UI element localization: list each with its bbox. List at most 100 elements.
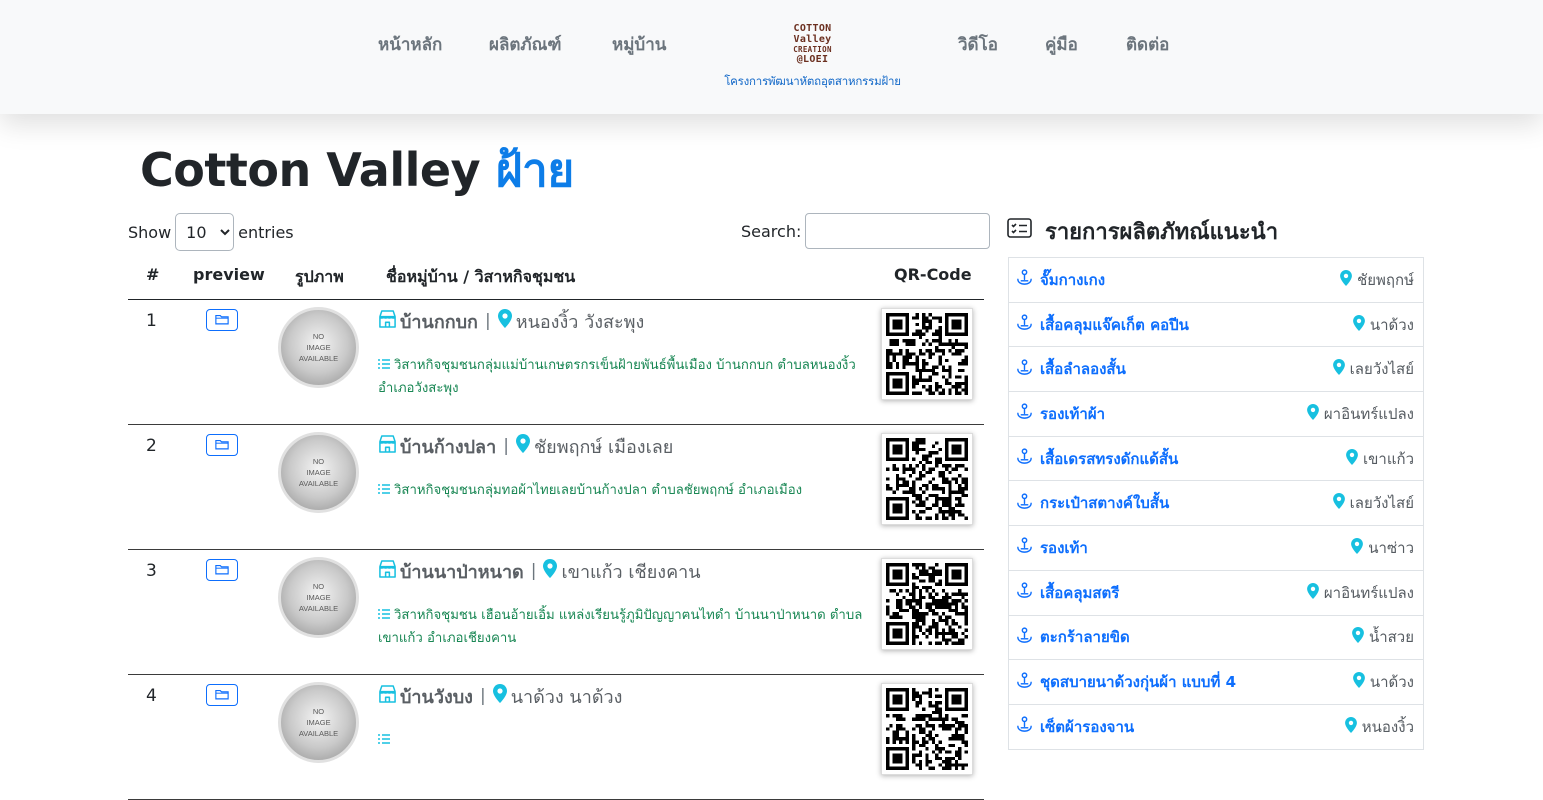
col-header-village[interactable]: ชื่อหมู่บ้าน / วิสาหกิจชุมชน	[386, 265, 575, 290]
map-pin-icon	[492, 684, 507, 708]
nav-home-link[interactable]: หน้าหลัก	[378, 31, 442, 58]
product-location: เขาแก้ว	[1363, 449, 1414, 468]
no-image-text: AVAILABLE	[298, 604, 339, 613]
separator: |	[530, 561, 537, 581]
no-image-text: NO	[312, 332, 325, 341]
village-heading: บ้านกกบก | หนองงิ้ว วังสะพุง	[378, 309, 644, 333]
qr-code-image	[886, 563, 968, 645]
folder-icon	[215, 563, 229, 578]
product-name[interactable]: จั๊มกางเกง	[1040, 268, 1105, 292]
no-image-placeholder: NO IMAGE AVAILABLE	[278, 557, 359, 638]
nav-manual-link[interactable]: คู่มือ	[1045, 31, 1078, 58]
qr-code-image	[886, 438, 968, 520]
village-name[interactable]: บ้านก้างปลา	[400, 432, 496, 461]
entries-length-select[interactable]: 102550100	[175, 213, 235, 251]
map-pin-icon	[1352, 627, 1364, 647]
no-image-text: NO	[312, 457, 325, 466]
logo-text-line: CREATION	[793, 45, 832, 54]
preview-button[interactable]	[206, 684, 238, 706]
product-list-item[interactable]: ตะกร้าลายขิด น้ำสวย	[1009, 616, 1423, 661]
col-header-image[interactable]: รูปภาพ	[295, 265, 344, 290]
village-name[interactable]: บ้านวังบง	[400, 682, 473, 711]
product-name[interactable]: ตะกร้าลายขิด	[1040, 625, 1130, 649]
qr-code[interactable]	[881, 308, 973, 400]
product-name[interactable]: เสื้อคลุมสตรี	[1040, 581, 1119, 605]
product-name[interactable]: ชุดสบายนาด้วงกุ่นผ้า แบบที่ 4	[1040, 670, 1236, 694]
product-icon	[1016, 627, 1033, 648]
qr-code[interactable]	[881, 558, 973, 650]
table-row: 4 NO IMAGE AVAILABLE บ้านวังบง | นาด้วง …	[128, 675, 984, 800]
qr-code-image	[886, 688, 968, 770]
search-input[interactable]	[805, 213, 991, 249]
table-header: # preview รูปภาพ ชื่อหมู่บ้าน / วิสาหกิจ…	[128, 258, 984, 300]
col-header-qr[interactable]: QR-Code	[894, 265, 972, 284]
nav-villages-link[interactable]: หมู่บ้าน	[612, 31, 666, 58]
product-icon	[1016, 716, 1033, 737]
product-list-item[interactable]: เสื้อคลุมแจ๊คเก็ต คอปีน นาด้วง	[1009, 303, 1423, 348]
product-name[interactable]: กระเป๋าสตางค์ใบสั้น	[1040, 491, 1169, 515]
product-name[interactable]: รองเท้า	[1040, 536, 1088, 560]
list-icon	[378, 733, 394, 748]
preview-button[interactable]	[206, 559, 238, 581]
search-label: Search:	[741, 221, 802, 241]
row-number: 1	[146, 311, 157, 331]
product-icon	[1016, 582, 1033, 603]
product-list-item[interactable]: ชุดสบายนาด้วงกุ่นผ้า แบบที่ 4 นาด้วง	[1009, 660, 1423, 705]
logo-text-line: COTTON	[793, 23, 832, 34]
brand-logo: COTTON Valley CREATION @LOEI	[783, 18, 843, 70]
no-image-placeholder: NO IMAGE AVAILABLE	[278, 307, 359, 388]
col-header-preview[interactable]: preview	[193, 265, 265, 284]
village-name[interactable]: บ้านนาป่าหนาด	[400, 557, 524, 586]
page-title: Cotton Valley ฝ้าย	[140, 134, 574, 207]
product-location: ผาอินทร์แปลง	[1323, 404, 1414, 423]
product-name[interactable]: เสื้อเดรสทรงดักแด้สั้น	[1040, 447, 1178, 471]
table-row: 2 NO IMAGE AVAILABLE บ้านก้างปลา | ชัยพฤ…	[128, 425, 984, 550]
product-name[interactable]: เสื้อลำลองสั้น	[1040, 357, 1126, 381]
nav-products-link[interactable]: ผลิตภัณฑ์	[489, 31, 562, 58]
list-icon	[378, 608, 394, 623]
village-location: หนองงิ้ว วังสะพุง	[515, 311, 645, 333]
navbar: หน้าหลัก ผลิตภัณฑ์ หมู่บ้าน COTTON Valle…	[0, 0, 1543, 114]
product-name[interactable]: เสื้อคลุมแจ๊คเก็ต คอปีน	[1040, 313, 1189, 337]
brand[interactable]: COTTON Valley CREATION @LOEI โครงการพัฒน…	[705, 18, 920, 91]
separator: |	[503, 436, 509, 456]
product-list-item[interactable]: รองเท้า นาซ่าว	[1009, 526, 1423, 571]
product-list-item[interactable]: กระเป๋าสตางค์ใบสั้น เลยวังไสย์	[1009, 481, 1423, 527]
product-list-item[interactable]: เสื้อเดรสทรงดักแด้สั้น เขาแก้ว	[1009, 437, 1423, 482]
checklist-icon	[1007, 218, 1045, 244]
product-name[interactable]: เซ็ตผ้ารองจาน	[1040, 715, 1134, 739]
product-list-item[interactable]: เสื้อลำลองสั้น เลยวังไสย์	[1009, 347, 1423, 393]
map-pin-icon	[1344, 716, 1357, 737]
row-number: 3	[146, 561, 157, 581]
folder-icon	[215, 438, 229, 453]
product-list-item[interactable]: รองเท้าผ้า ผาอินทร์แปลง	[1009, 392, 1423, 437]
product-name[interactable]: รองเท้าผ้า	[1040, 402, 1105, 426]
product-location: เลยวังไสย์	[1349, 494, 1414, 513]
table-row: 1 NO IMAGE AVAILABLE บ้านกกบก | หนองงิ้ว…	[128, 300, 984, 425]
logo-text-line: @LOEI	[796, 54, 829, 65]
nav-videos-link[interactable]: วิดีโอ	[958, 31, 998, 58]
village-name[interactable]: บ้านกกบก	[400, 307, 478, 336]
qr-code[interactable]	[881, 433, 973, 525]
table-search: Search:	[741, 213, 991, 249]
village-location: นาด้วง นาด้วง	[510, 686, 623, 708]
separator: |	[484, 311, 491, 331]
product-list-item[interactable]: เสื้อคลุมสตรี ผาอินทร์แปลง	[1009, 571, 1423, 616]
map-pin-icon	[1332, 493, 1345, 513]
map-pin-icon	[1332, 359, 1345, 379]
no-image-text: AVAILABLE	[298, 729, 339, 738]
product-icon	[1016, 671, 1033, 693]
map-pin-icon	[1352, 672, 1365, 692]
preview-button[interactable]	[206, 309, 238, 331]
map-pin-icon	[543, 559, 558, 583]
map-pin-icon	[1340, 269, 1352, 290]
show-label: Show	[128, 222, 172, 242]
product-list-item[interactable]: เซ็ตผ้ารองจาน หนองงิ้ว	[1009, 705, 1423, 750]
product-icon	[1016, 493, 1033, 514]
preview-button[interactable]	[206, 434, 238, 456]
col-header-number[interactable]: #	[146, 265, 159, 284]
qr-code[interactable]	[881, 683, 973, 775]
product-list-item[interactable]: จั๊มกางเกง ชัยพฤกษ์	[1009, 258, 1423, 303]
nav-contact-link[interactable]: ติดต่อ	[1126, 31, 1169, 58]
village-heading: บ้านก้างปลา | ชัยพฤกษ์ เมืองเลย	[378, 434, 673, 458]
